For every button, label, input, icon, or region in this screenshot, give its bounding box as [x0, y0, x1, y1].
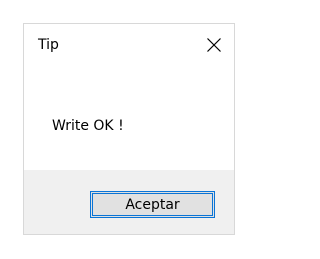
dialog-title: Tip: [38, 37, 59, 53]
tip-dialog: Tip Write OK ! Aceptar: [23, 23, 235, 235]
dialog-titlebar: Tip: [24, 24, 234, 68]
dialog-message: Write OK !: [52, 118, 124, 134]
close-button[interactable]: [200, 32, 228, 58]
screen: Tip Write OK ! Aceptar: [0, 0, 259, 259]
aceptar-button[interactable]: Aceptar: [90, 191, 215, 218]
close-icon: [207, 38, 221, 52]
dialog-footer: Aceptar: [24, 170, 234, 234]
